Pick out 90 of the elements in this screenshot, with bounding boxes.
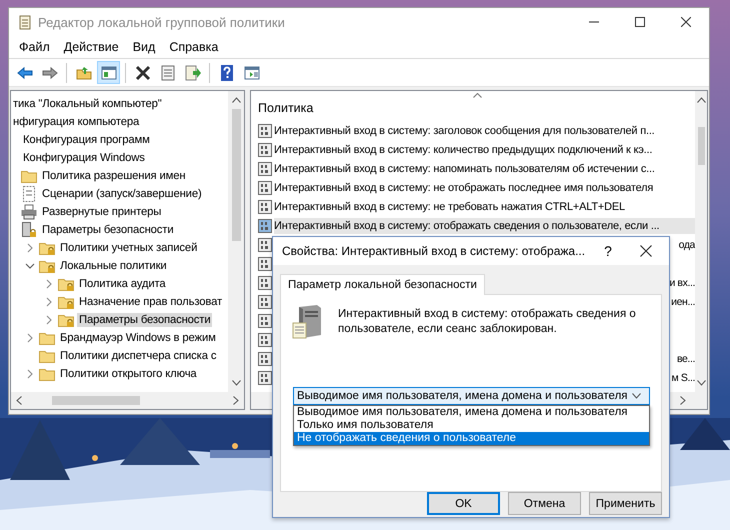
scrollbar-thumb[interactable] [52,396,140,405]
policy-icon [258,200,272,214]
policy-name[interactable]: и вх... [669,274,695,290]
tree-item[interactable]: тика "Локальный компьютер" [11,97,164,111]
menu-item[interactable]: Вид [126,40,162,54]
tree-item[interactable]: Параметры безопасности [77,313,212,327]
menu-item[interactable]: Справка [162,40,226,54]
locked-folder-icon [58,294,74,310]
locked-folder-icon [39,258,55,274]
vertical-scrollbar[interactable] [228,91,244,392]
dropdown-option[interactable]: Не отображать сведения о пользователе [294,432,649,445]
tree-item[interactable]: Развернутые принтеры [40,205,164,219]
help-button[interactable]: ? [593,237,623,265]
chevron-up-icon[interactable] [696,97,706,103]
ok-button[interactable]: OK [427,492,500,515]
tab[interactable]: Параметр локальной безопасности [280,274,485,295]
tree-item[interactable]: Политики диспетчера списка с [58,349,218,363]
computer-lock-icon [21,222,37,238]
scrollbar-thumb[interactable] [698,127,704,165]
tree-item[interactable]: Политики открытого ключа [58,367,199,381]
tree-item[interactable]: Конфигурация программ [21,133,152,147]
tree-item[interactable]: Брандмауэр Windows в режим [58,331,218,345]
folder-icon [39,330,55,346]
chevron-down-icon[interactable] [232,380,240,386]
policy-icon [258,180,272,194]
chevron-right-icon[interactable] [25,333,35,343]
policy-name[interactable]: Интерактивный вход в систему: количество предыдущих подключений к кэ... [274,142,695,158]
chevron-up-icon[interactable] [232,97,240,103]
chevron-down-icon [632,393,641,399]
dropdown[interactable]: Выводимое имя пользователя, имена домена и пользователя [293,387,650,405]
policy-name[interactable]: Интерактивный вход в систему: напоминать пользователям об истечении с... [274,160,695,176]
close-icon[interactable] [681,17,691,27]
maximize-icon[interactable] [635,17,645,27]
policy-name[interactable]: Интерактивный вход в систему: не отображать последнее имя пользователя [274,180,695,196]
horizontal-scrollbar[interactable] [11,392,244,409]
policy-description: Интерактивный вход в систему: отображать сведения о пользователе, если сеанс заблокирован. [338,307,637,337]
policy-name[interactable]: Интерактивный вход в систему: не требовать нажатия CTRL+ALT+DEL [274,198,695,214]
chevron-right-icon[interactable] [44,315,54,325]
tree-item[interactable]: нфигурация компьютера [11,115,142,129]
policy-icon [258,162,272,176]
folder-icon [39,348,55,364]
chevron-down-icon[interactable] [25,261,35,271]
dropdown-option[interactable]: Выводимое имя пользователя, имена домена и пользователя [294,406,649,419]
policy-name[interactable]: Интерактивный вход в систему: отображать сведения о пользователе, если ... [274,218,695,234]
server-document-icon [291,305,323,341]
tree-item[interactable]: Политика разрешения имен [40,169,188,183]
policy-name[interactable]: Интерактивный вход в систему: заголовок сообщения для пользователей п... [274,122,695,138]
locked-folder-icon [58,276,74,292]
chevron-right-icon[interactable] [25,243,35,253]
menu-item[interactable]: Действие [56,40,126,54]
chevron-right-icon[interactable] [680,396,686,405]
policy-name[interactable]: ода [678,236,695,252]
chevron-left-icon[interactable] [16,396,22,405]
policy-icon [258,124,272,138]
panel-icon [100,64,116,80]
cancel-button[interactable]: Отмена [508,492,581,515]
tree-item[interactable]: Локальные политики [58,259,169,273]
tree-item[interactable]: Сценарии (запуск/завершение) [40,187,204,201]
policy-icon [258,218,272,232]
policy-name[interactable]: м S... [672,370,695,386]
tree-toggle-button[interactable] [97,61,120,84]
policy-icon [258,142,272,156]
locked-folder-icon [39,240,55,256]
dropdown-option[interactable]: Только имя пользователя [294,419,649,432]
chevron-down-icon[interactable] [696,380,706,386]
script-icon [21,186,37,202]
policy-name[interactable]: ве... [676,350,695,366]
scrollbar-thumb[interactable] [232,109,240,241]
folder-icon [39,366,55,382]
folder-icon [21,168,37,184]
close-icon[interactable] [640,245,652,257]
locked-folder-icon [58,312,74,328]
chevron-right-icon[interactable] [44,297,54,307]
notepad-icon [18,14,32,30]
tree-item[interactable]: Политика аудита [77,277,168,291]
printer-icon [21,204,37,220]
column-header[interactable]: Политика [258,97,314,115]
tree-item[interactable]: Параметры безопасности [40,223,176,237]
apply-button[interactable]: Применить [589,492,662,515]
tree-item[interactable]: Назначение прав пользоват [77,295,224,309]
chevron-right-icon[interactable] [233,396,239,405]
policy-name[interactable]: иен... [671,294,695,310]
dialog-title: Свойства: Интерактивный вход в систему: отобража... [282,244,586,258]
tree-item[interactable]: Конфигурация Windows [21,151,147,165]
window-title: Редактор локальной групповой политики [38,14,286,30]
vertical-scrollbar[interactable] [695,91,707,392]
menu-item[interactable]: Файл [12,40,57,54]
chevron-right-icon[interactable] [44,279,54,289]
chevron-right-icon[interactable] [25,369,35,379]
tree-item[interactable]: Политики учетных записей [58,241,200,255]
